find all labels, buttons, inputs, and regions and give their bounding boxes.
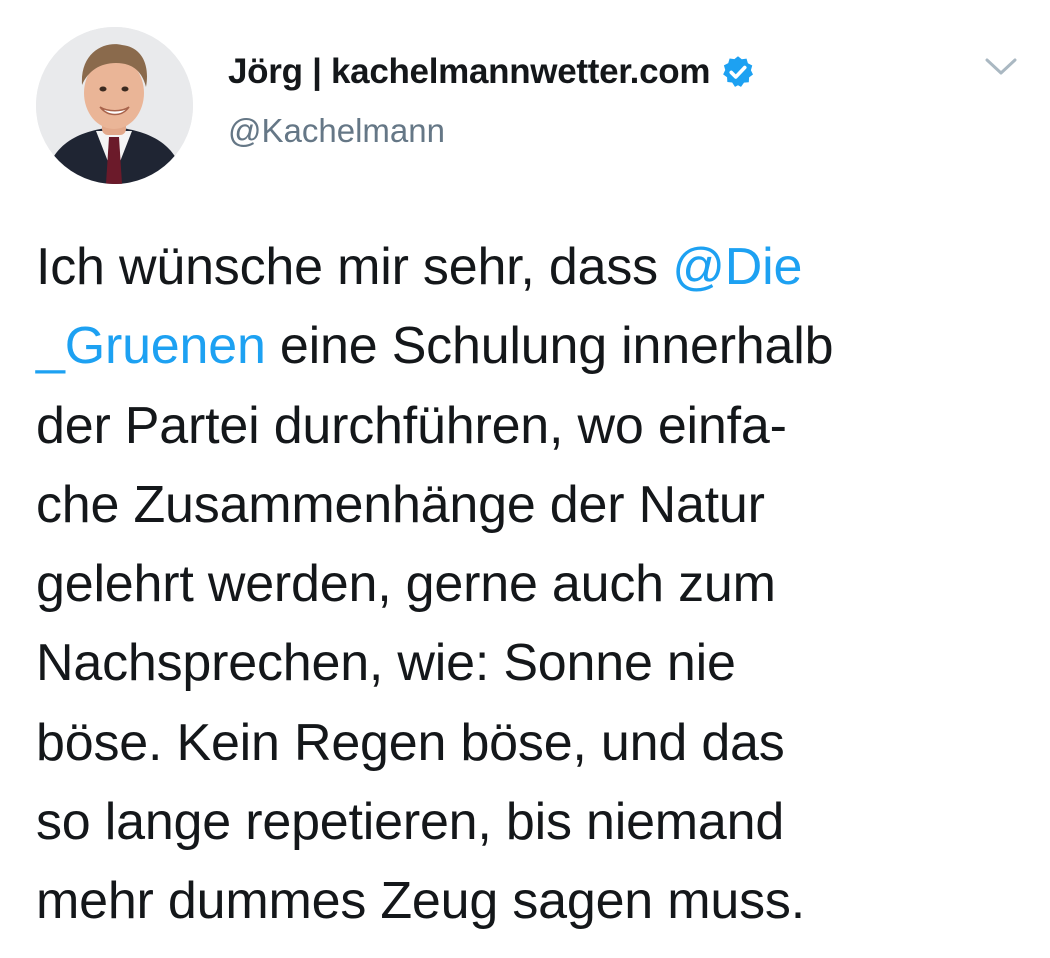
tweet-text-line: _Gruenen eine Schulung innerhalb (36, 307, 1026, 386)
text-segment: Ich wünsche mir sehr, dass (36, 238, 673, 296)
tweet-text-line: mehr dummes Zeug sagen muss. (36, 872, 805, 931)
tweet-text: Ich wünsche mir sehr, dass @Die _Gruenen… (36, 228, 1026, 942)
chevron-down-icon[interactable] (983, 56, 1019, 78)
tweet-text-line: so lange repetieren, bis niemand (36, 793, 785, 852)
tweet-text-line: der Partei durchführen, wo einfa- (36, 396, 787, 455)
verified-badge-icon (720, 54, 756, 90)
tweet-text-line: Ich wünsche mir sehr, dass @Die (36, 228, 1026, 307)
author-handle[interactable]: @Kachelmann (228, 112, 445, 150)
tweet-text-line: che Zusammenhänge der Natur (36, 475, 765, 534)
tweet-text-line: böse. Kein Regen böse, und das (36, 713, 785, 772)
tweet-text-line: Nachsprechen, wie: Sonne nie (36, 634, 736, 693)
tweet-card: Jörg | kachelmannwetter.com @Kachelmann … (0, 0, 1050, 958)
mention-link[interactable]: @Die (672, 238, 802, 296)
tweet-text-line: gelehrt werden, gerne auch zum (36, 555, 776, 614)
author-name-row[interactable]: Jörg | kachelmannwetter.com (228, 52, 756, 92)
author-display-name[interactable]: Jörg | kachelmannwetter.com (228, 52, 710, 92)
avatar[interactable] (36, 27, 193, 184)
person-portrait-avatar (36, 27, 193, 184)
text-segment: eine Schulung innerhalb (265, 317, 834, 376)
mention-link[interactable]: _Gruenen (36, 317, 266, 375)
